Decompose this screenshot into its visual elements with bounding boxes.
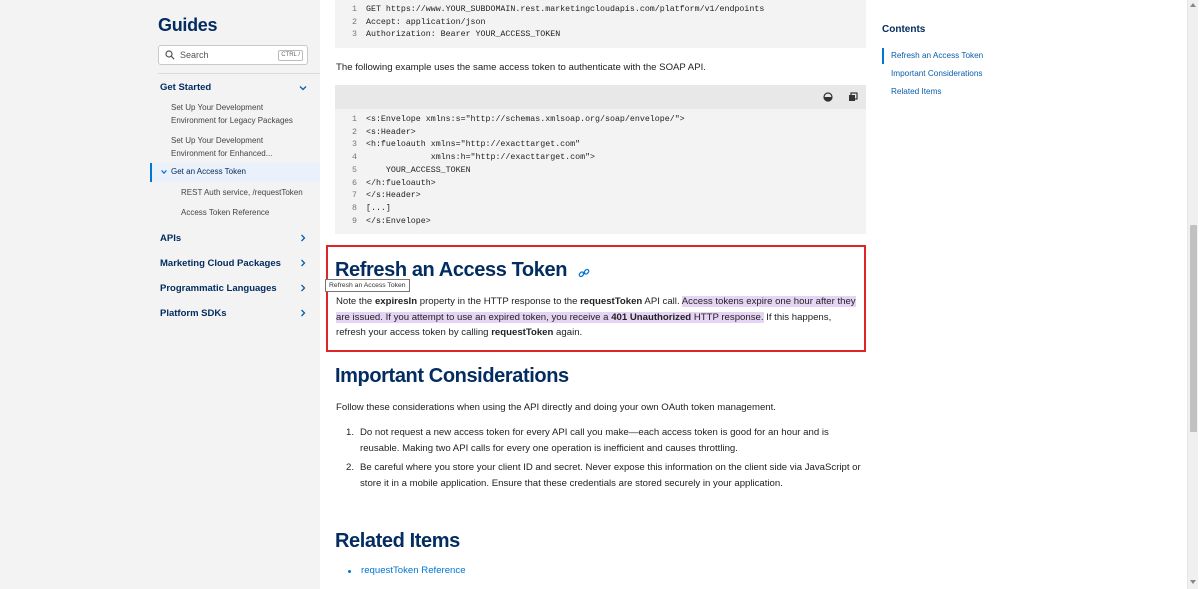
soap-intro-text: The following example uses the same acce… — [336, 62, 706, 73]
sidebar-section-apis[interactable]: APIs — [160, 233, 181, 244]
heading-related-items: Related Items — [335, 530, 460, 552]
code-line: 2 <s:Header> — [352, 127, 416, 137]
chevron-down-icon[interactable] — [160, 168, 168, 176]
code-line: 8 [...] — [352, 203, 391, 213]
copy-icon[interactable] — [848, 92, 858, 102]
refresh-paragraph: Note the expiresIn property in the HTTP … — [336, 296, 856, 338]
code-line: 1 GET https://www.YOUR_SUBDOMAIN.rest.mar… — [352, 5, 765, 14]
chevron-right-icon[interactable] — [298, 258, 308, 268]
guides-sidebar: Guides Search CTRL / Get Started Set Up … — [0, 0, 320, 589]
sidebar-item-label: Get an Access Token — [171, 167, 247, 176]
scroll-down-arrow[interactable] — [1190, 580, 1196, 584]
scroll-up-arrow[interactable] — [1190, 3, 1196, 7]
considerations-intro: Follow these considerations when using t… — [336, 402, 776, 413]
sidebar-section-get-started[interactable]: Get Started — [160, 82, 211, 93]
toc-item-refresh-access-token[interactable]: Refresh an Access Token — [891, 51, 983, 60]
sidebar-item-access-token-reference[interactable]: Access Token Reference — [181, 208, 269, 217]
chevron-down-icon[interactable] — [298, 83, 308, 93]
search-icon — [165, 50, 175, 60]
toc-item-related-items[interactable]: Related Items — [891, 87, 942, 96]
code-line: 6 </h:fueloauth> — [352, 178, 436, 188]
chevron-right-icon[interactable] — [298, 308, 308, 318]
heading-tooltip: Refresh an Access Token — [325, 279, 410, 292]
sidebar-item-rest-auth-service[interactable]: REST Auth service, /requestToken — [181, 188, 303, 197]
scrollbar-thumb[interactable] — [1190, 225, 1197, 432]
sidebar-item-get-an-access-token[interactable]: Get an Access Token — [150, 163, 320, 182]
code-line: 1 <s:Envelope xmlns:s="http://schemas.xml… — [352, 115, 685, 124]
toc-title: Contents — [882, 24, 926, 35]
table-of-contents: Contents Refresh an Access Token Importa… — [880, 0, 1185, 589]
code-line: 4 xmlns:h="http://exacttarget.com"> — [352, 153, 596, 163]
code-line: 3 Authorization: Bearer YOUR_ACCESS_TOKEN — [352, 30, 561, 40]
code-line: 5 YOUR_ACCESS_TOKEN — [352, 165, 471, 175]
sidebar-title: Guides — [158, 15, 218, 35]
related-link-requesttoken-reference[interactable]: requestToken Reference — [361, 565, 466, 576]
search-shortcut-badge: CTRL / — [278, 50, 303, 61]
code-block-http: 1 GET https://www.YOUR_SUBDOMAIN.rest.mar… — [335, 0, 866, 48]
search-input[interactable]: Search CTRL / — [158, 45, 308, 65]
code-line: 3 <h:fueloauth xmlns="http://exacttarget.… — [352, 140, 581, 150]
sidebar-divider — [158, 73, 320, 74]
sidebar-item-label: Set Up Your Development — [171, 136, 264, 145]
article-content: 1 GET https://www.YOUR_SUBDOMAIN.rest.mar… — [320, 0, 880, 589]
sidebar-item-label: Environment for Legacy Packages — [171, 116, 293, 125]
heading-important-considerations: Important Considerations — [335, 365, 569, 387]
sidebar-item-enhanced-packages[interactable]: Set Up Your Development Environment for … — [171, 134, 311, 160]
list-bullet — [348, 570, 351, 573]
link-icon[interactable] — [578, 267, 590, 279]
code-line: 9 </s:Envelope> — [352, 216, 431, 226]
vertical-scrollbar[interactable] — [1187, 0, 1198, 589]
sidebar-item-legacy-packages[interactable]: Set Up Your Development Environment for … — [171, 101, 311, 127]
toc-active-indicator — [882, 48, 884, 64]
code-line: 7 </s:Header> — [352, 191, 421, 201]
chevron-right-icon[interactable] — [298, 283, 308, 293]
code-block-soap: 1 <s:Envelope xmlns:s="http://schemas.xml… — [335, 85, 866, 234]
sidebar-section-programmatic-languages[interactable]: Programmatic Languages — [160, 283, 277, 294]
sidebar-item-label: Set Up Your Development — [171, 103, 264, 112]
search-placeholder: Search — [180, 50, 209, 60]
code-line: 2 Accept: application/json — [352, 17, 486, 27]
chevron-right-icon[interactable] — [298, 233, 308, 243]
sidebar-item-label: Environment for Enhanced... — [171, 149, 273, 158]
theme-toggle-icon[interactable] — [823, 92, 833, 102]
code-toolbar — [335, 85, 866, 109]
toc-item-important-considerations[interactable]: Important Considerations — [891, 69, 982, 78]
sidebar-section-marketing-cloud-packages[interactable]: Marketing Cloud Packages — [160, 258, 281, 269]
sidebar-section-platform-sdks[interactable]: Platform SDKs — [160, 308, 227, 319]
